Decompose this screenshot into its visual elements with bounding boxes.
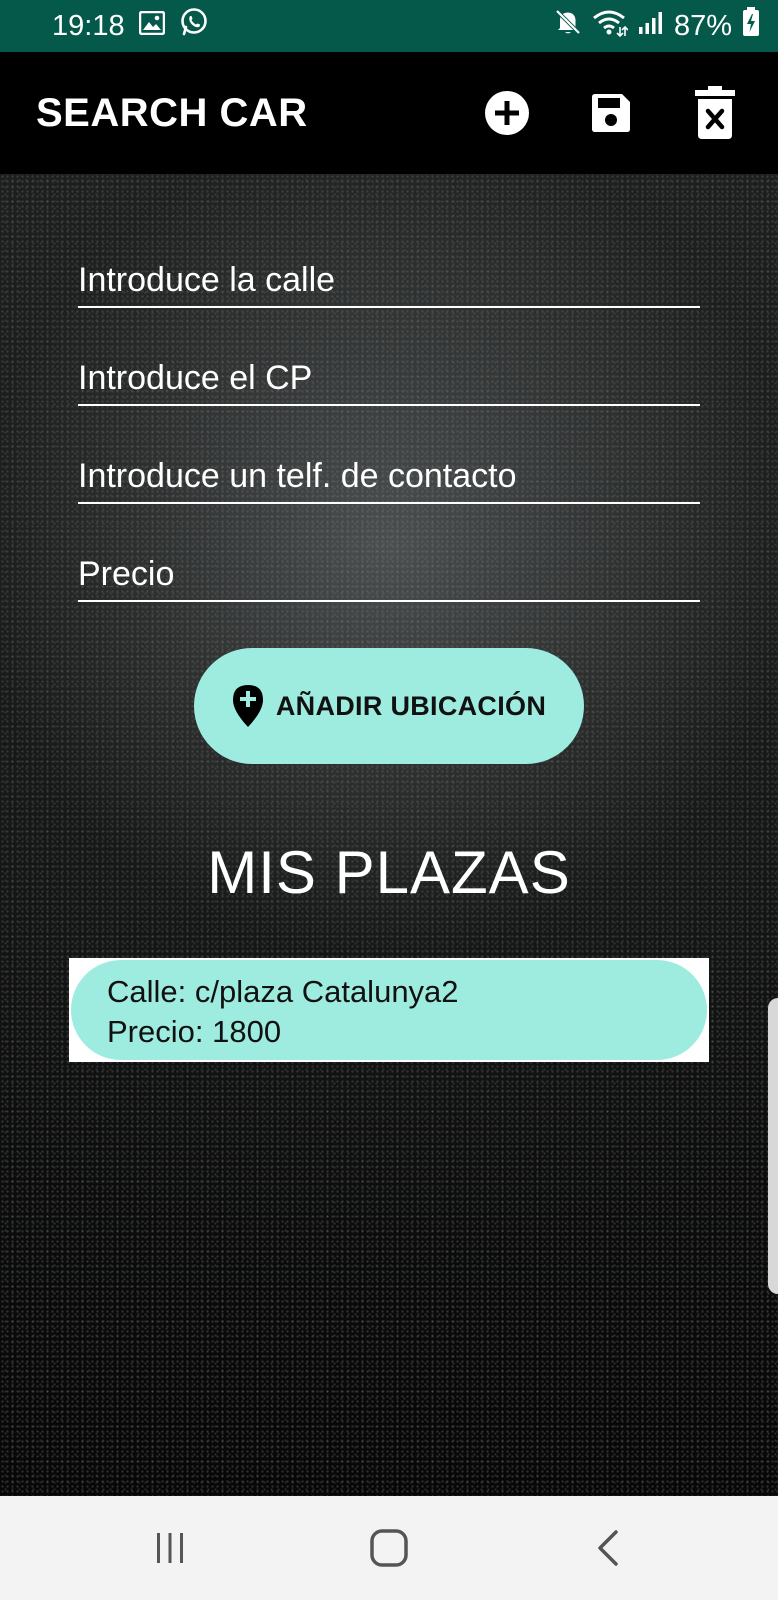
status-right: 87% <box>554 7 760 45</box>
app-title: SEARCH CAR <box>36 90 308 135</box>
add-location-icon <box>232 685 263 727</box>
street-field[interactable] <box>78 254 700 308</box>
save-icon <box>592 94 630 132</box>
add-location-label: AÑADIR UBICACIÓN <box>275 690 547 721</box>
delete-icon <box>695 86 735 139</box>
plazas-list: Calle: c/plaza Catalunya2 Precio: 1800 <box>69 958 709 1062</box>
wifi-icon <box>592 7 629 45</box>
gallery-icon <box>138 10 165 43</box>
street-input[interactable] <box>78 254 700 306</box>
list-item[interactable]: Calle: c/plaza Catalunya2 Precio: 1800 <box>71 960 707 1060</box>
cp-input[interactable] <box>78 352 700 404</box>
price-input[interactable] <box>78 548 700 600</box>
battery-text: 87% <box>673 9 732 42</box>
scroll-handle[interactable] <box>768 998 778 1294</box>
add-button[interactable] <box>480 86 534 140</box>
status-bar: 19:18 87% <box>0 0 778 52</box>
section-title: MIS PLAZAS <box>207 839 571 906</box>
back-button[interactable] <box>568 1508 648 1588</box>
mute-icon <box>554 8 582 44</box>
status-left: 19:18 <box>52 7 209 45</box>
recent-apps-icon <box>156 1533 183 1563</box>
battery-charging-icon <box>742 7 760 45</box>
recent-apps-button[interactable] <box>130 1508 210 1588</box>
home-icon <box>370 1529 408 1567</box>
plaza-street: Calle: c/plaza Catalunya2 <box>107 974 459 1009</box>
cp-field[interactable] <box>78 352 700 406</box>
status-time: 19:18 <box>52 9 125 42</box>
whatsapp-icon <box>179 7 209 45</box>
phone-input[interactable] <box>78 450 700 502</box>
app-actions <box>480 86 742 140</box>
nav-bar <box>0 1496 778 1600</box>
phone-field[interactable] <box>78 450 700 504</box>
home-button[interactable] <box>349 1508 429 1588</box>
signal-icon <box>638 10 664 43</box>
plaza-price: Precio: 1800 <box>107 1014 282 1049</box>
price-field[interactable] <box>78 548 700 602</box>
delete-button[interactable] <box>688 86 742 140</box>
save-button[interactable] <box>584 86 638 140</box>
back-icon <box>598 1530 619 1566</box>
app-bar: SEARCH CAR <box>0 52 778 174</box>
add-circle-icon <box>485 91 529 135</box>
add-location-button[interactable]: AÑADIR UBICACIÓN <box>194 648 584 764</box>
content-area: AÑADIR UBICACIÓN MIS PLAZAS Calle: c/pla… <box>0 174 778 1496</box>
